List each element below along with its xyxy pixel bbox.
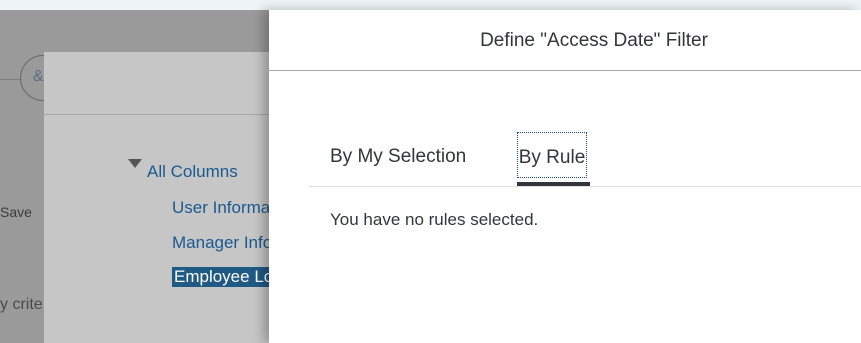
tree-item-employee-selected: Employee Lo <box>172 267 276 287</box>
selected-tab-indicator <box>517 182 590 186</box>
tree-item-user-information: User Informa <box>172 198 271 217</box>
tree-root-all-columns: All Columns <box>147 162 238 181</box>
top-strip <box>0 0 861 10</box>
background-save-text: Save <box>0 204 32 220</box>
panel-title: Define "Access Date" Filter <box>480 30 708 51</box>
expand-arrow-icon <box>128 159 142 168</box>
tabs-divider <box>309 186 861 187</box>
user-icon: & <box>33 68 44 85</box>
empty-rules-message: You have no rules selected. <box>330 210 539 229</box>
dialog-divider <box>44 114 270 115</box>
tree-item-manager-information: Manager Info <box>172 233 273 252</box>
filter-side-panel: Define "Access Date" Filter By My Select… <box>269 10 861 343</box>
tab-by-rule[interactable]: By Rule <box>517 132 587 178</box>
panel-header-divider <box>269 70 861 71</box>
tab-by-my-selection[interactable]: By My Selection <box>330 146 466 168</box>
background-divider <box>0 79 22 80</box>
background-criteria-text: y crite <box>0 296 43 313</box>
